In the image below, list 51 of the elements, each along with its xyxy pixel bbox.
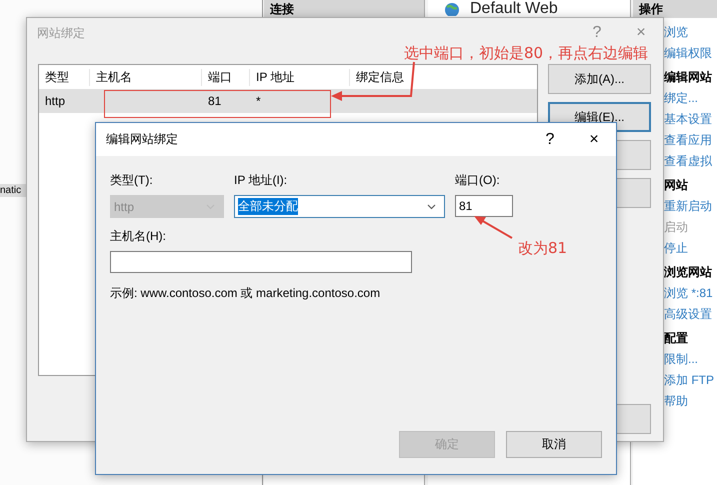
port-field[interactable]: 81 (455, 195, 513, 217)
action-link[interactable]: 查看虚拟 (664, 153, 717, 170)
action-link[interactable]: 添加 FTP (664, 372, 717, 389)
action-link[interactable]: 查看应用 (664, 132, 717, 149)
action-link[interactable]: 浏览 *:81 (664, 285, 717, 302)
dialog-button[interactable]: 添加(A)... (548, 64, 651, 94)
action-group-header: 编辑网站 (664, 69, 713, 86)
annotation-text: 选中端口，初始是80，再点右边编辑 (404, 44, 648, 62)
field-label: 端口(O): (455, 172, 501, 189)
column-header[interactable]: 主机名 (90, 68, 202, 86)
dialog-button[interactable]: 取消 (506, 431, 602, 458)
close-button[interactable]: × (572, 130, 616, 148)
column-header[interactable]: 端口 (202, 68, 250, 86)
column-header[interactable]: 类型 (39, 68, 90, 86)
close-button[interactable]: × (619, 24, 663, 42)
field-label: 类型(T): (110, 172, 154, 189)
help-button[interactable]: ? (528, 130, 572, 148)
field-label: 主机名(H): (110, 228, 167, 245)
example-text: 示例: www.contoso.com 或 marketing.contoso.com (110, 285, 382, 302)
action-link[interactable]: 限制... (664, 351, 717, 368)
action-link[interactable]: 浏览 (664, 24, 717, 41)
column-header[interactable]: 绑定信息 (350, 68, 537, 86)
action-link[interactable]: 绑定... (664, 90, 717, 107)
annotation-text: 改为81 (518, 239, 568, 257)
help-button[interactable]: ? (575, 24, 619, 42)
globe-icon (444, 2, 460, 16)
truncated-label: natic (0, 184, 26, 197)
pane-header: 操作 (633, 0, 717, 18)
action-link[interactable]: 停止 (664, 240, 717, 257)
action-link[interactable]: 高级设置 (664, 306, 717, 323)
table-cell-text: http (44, 94, 66, 108)
dialog-title: 网站绑定 (37, 24, 86, 42)
table-cell-text: * (255, 94, 262, 108)
chevron-down-icon (427, 204, 436, 210)
dialog-title: 编辑网站绑定 (106, 131, 179, 148)
action-link[interactable]: 帮助 (664, 393, 717, 410)
action-group-header: 浏览网站 (664, 264, 713, 281)
field-label: IP 地址(I): (234, 172, 288, 189)
arrow (474, 216, 512, 239)
table-cell-text: 81 (207, 94, 222, 108)
column-header[interactable]: IP 地址 (250, 68, 350, 86)
action-group-header: 网站 (664, 177, 689, 194)
site-title: Default Web (470, 0, 558, 18)
action-group-header: 配置 (664, 330, 689, 347)
action-link[interactable]: 基本设置 (664, 111, 717, 128)
action-link[interactable]: 重新启动 (664, 198, 717, 215)
ip-dropdown[interactable]: 全部未分配 (234, 195, 445, 218)
binding-row[interactable]: http 81 * (39, 89, 537, 113)
pane-header: 连接 (264, 0, 424, 17)
hostname-field[interactable] (110, 251, 412, 273)
action-link[interactable]: 编辑权限 (664, 45, 717, 62)
